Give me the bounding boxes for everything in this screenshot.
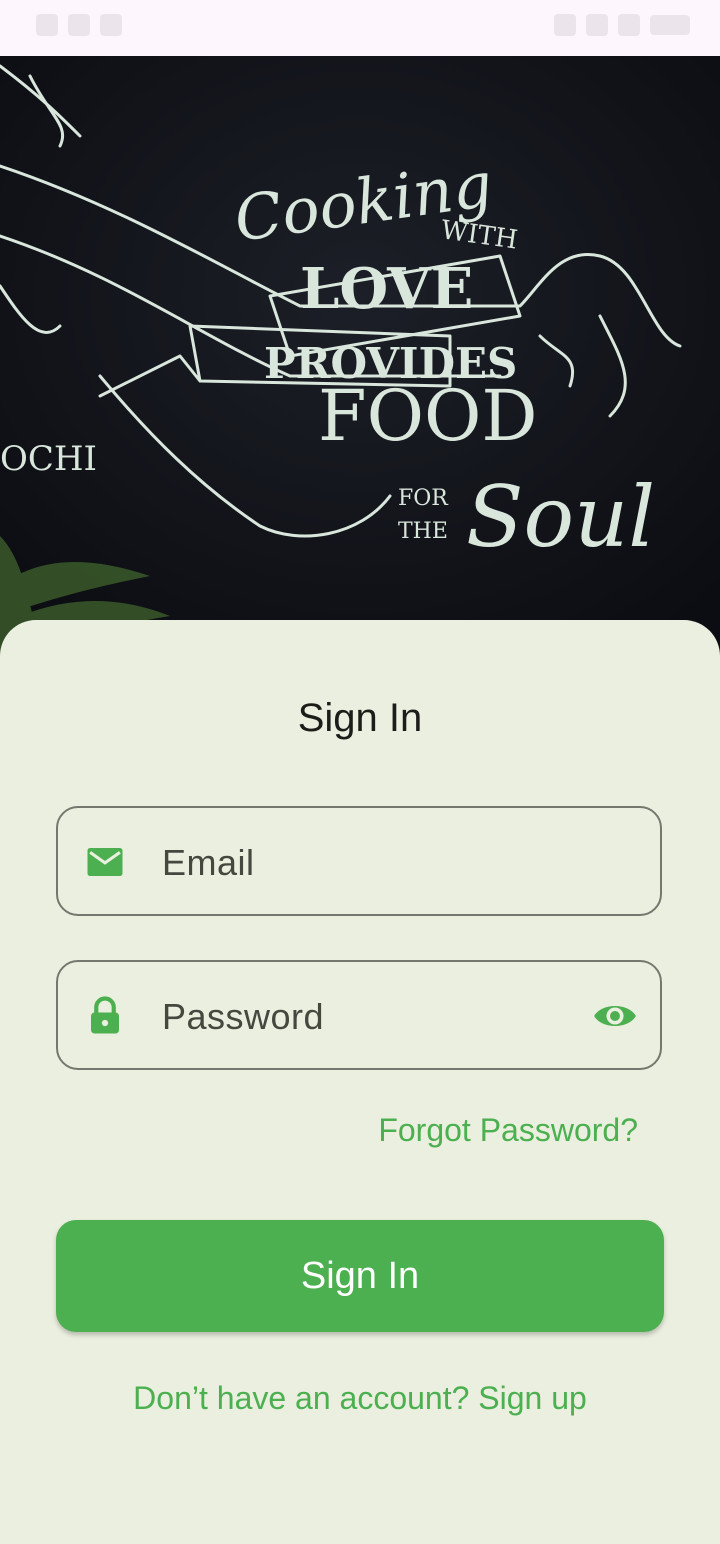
email-field[interactable]: Email xyxy=(56,806,662,916)
email-placeholder: Email xyxy=(162,842,255,883)
chalkboard-art: Cooking WITH LOVE PROVIDES FOOD FOR THE … xyxy=(0,56,720,656)
notification-icon xyxy=(68,14,90,36)
notification-icon xyxy=(36,14,58,36)
mail-icon xyxy=(87,848,123,876)
notification-icon xyxy=(100,14,122,36)
chalk-word: THE xyxy=(398,519,448,544)
lock-icon xyxy=(91,996,119,1034)
wifi-icon xyxy=(586,14,608,36)
sign-up-link[interactable]: Don’t have an account? Sign up xyxy=(0,1380,720,1417)
sign-in-card: Sign In Email Password Forgot Password? … xyxy=(0,620,720,1544)
call-icon xyxy=(554,14,576,36)
chalk-word: LOVE xyxy=(300,256,473,322)
forgot-password-link[interactable]: Forgot Password? xyxy=(378,1112,638,1149)
status-bar xyxy=(0,0,720,56)
sign-in-button-label: Sign In xyxy=(300,1254,420,1297)
signal-icon xyxy=(618,14,640,36)
chalk-word: Soul xyxy=(466,468,655,566)
password-placeholder: Password xyxy=(162,996,325,1037)
chalk-word: FOR xyxy=(398,486,449,511)
sign-in-button[interactable]: Sign In xyxy=(56,1220,664,1332)
page-title: Sign In xyxy=(297,696,423,740)
password-field[interactable]: Password xyxy=(56,960,662,1070)
status-left-icons xyxy=(36,14,122,36)
eye-icon[interactable] xyxy=(592,997,638,1035)
chalk-word: OCHI xyxy=(0,439,97,479)
hero-image: Cooking WITH LOVE PROVIDES FOOD FOR THE … xyxy=(0,56,720,656)
battery-icon xyxy=(650,15,690,35)
chalk-word: FOOD xyxy=(318,375,537,457)
status-right-icons xyxy=(554,14,690,36)
